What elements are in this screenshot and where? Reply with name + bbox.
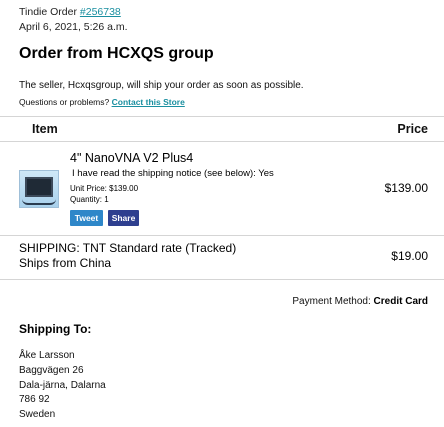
address-city: Dala-järna, Dalarna bbox=[19, 379, 106, 391]
address-name: Åke Larsson bbox=[19, 350, 75, 361]
shipping-origin: Ships from China bbox=[19, 256, 112, 270]
product-price: $139.00 bbox=[384, 181, 428, 195]
address-postal: 786 92 bbox=[19, 394, 50, 406]
order-number-line: Tindie Order #256738 bbox=[19, 5, 128, 20]
divider bbox=[0, 141, 444, 142]
intro-text: The seller, Hcxqsgroup, will ship your o… bbox=[19, 80, 304, 91]
order-meta: Tindie Order #256738 April 6, 2021, 5:26… bbox=[19, 5, 128, 35]
shipping-to-heading: Shipping To: bbox=[19, 322, 92, 336]
divider bbox=[0, 116, 444, 117]
shipping-address: Åke Larsson Baggvägen 26 Dala-järna, Dal… bbox=[19, 349, 106, 423]
product-shipping-notice: I have read the shipping notice (see bel… bbox=[72, 168, 274, 179]
product-quantity: Quantity: 1 bbox=[70, 195, 109, 204]
tweet-button[interactable]: Tweet bbox=[70, 210, 103, 226]
address-street: Baggvägen 26 bbox=[19, 364, 84, 376]
order-date: April 6, 2021, 5:26 a.m. bbox=[19, 21, 128, 33]
order-number-link[interactable]: #256738 bbox=[80, 6, 121, 18]
divider bbox=[0, 279, 444, 280]
order-prefix: Tindie Order bbox=[19, 6, 80, 18]
contact-store-link[interactable]: Contact this Store bbox=[112, 97, 185, 107]
page-title: Order from HCXQS group bbox=[19, 45, 214, 62]
payment-method: Payment Method: Credit Card bbox=[292, 296, 428, 307]
shipping-price: $19.00 bbox=[391, 249, 428, 263]
questions-line: Questions or problems? Contact this Stor… bbox=[19, 97, 185, 107]
address-country: Sweden bbox=[19, 409, 56, 421]
payment-value: Credit Card bbox=[373, 296, 428, 307]
column-header-item: Item bbox=[32, 122, 58, 136]
column-header-price: Price bbox=[397, 122, 428, 136]
questions-text: Questions or problems? bbox=[19, 97, 112, 107]
share-button[interactable]: Share bbox=[108, 210, 139, 226]
device-screen-shape bbox=[25, 177, 53, 197]
payment-label: Payment Method: bbox=[292, 296, 374, 307]
product-thumbnail-icon[interactable] bbox=[19, 170, 59, 208]
product-unit-price: Unit Price: $139.00 bbox=[70, 184, 139, 193]
divider bbox=[0, 235, 444, 236]
shipping-info: SHIPPING: TNT Standard rate (Tracked) Sh… bbox=[19, 241, 236, 271]
device-cable-shape bbox=[22, 199, 56, 205]
product-name[interactable]: 4" NanoVNA V2 Plus4 bbox=[70, 151, 193, 165]
shipping-method: SHIPPING: TNT Standard rate (Tracked) bbox=[19, 241, 237, 255]
